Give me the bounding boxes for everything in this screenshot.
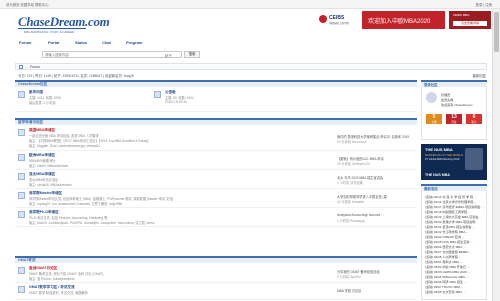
nav-chat[interactable]: Chat (102, 40, 111, 45)
top-links[interactable]: 设为首页 收藏本站 帮助中心 (6, 2, 49, 7)
section-title: ChaseDream社区 (18, 82, 48, 86)
forum-item[interactable]: 商学院Master申请区 商学院Master申请交流, 包括商科硕士 (MiM)… (15, 189, 417, 208)
forum-last-time: 1 小时前 Ruihuayyy (337, 219, 365, 223)
ceibs-mark-icon (319, 15, 327, 23)
page-scrollbar[interactable] (492, 9, 500, 301)
forum-moderators: 版主: sheil0, MBAadventure (29, 164, 69, 168)
forum-last: 最后发表: 2 小时前 (29, 101, 56, 105)
mba-banner-ad[interactable]: 欢迎加入中欧MBA2020 (362, 11, 445, 29)
stat-value: 13 (451, 114, 457, 120)
nus-ranking-source: FT Global MBA Ranking 2019 (425, 158, 460, 161)
search-button[interactable]: 搜索 (184, 51, 200, 58)
forum-last-time: 2 分钟前 ApeDur (337, 275, 361, 279)
section-header-community[interactable]: ChaseDream社区 (15, 80, 417, 87)
forum-stats: 今日: 712 | 昨日: 1148 | 帖子: 13951676 | 会员: … (18, 74, 134, 78)
stat-value: 0 (432, 114, 436, 120)
forum-icon (18, 286, 25, 293)
recent-events-header: 最新活动 (421, 184, 487, 191)
breadcrumb: › Forum (15, 63, 487, 70)
forum-icon (18, 173, 25, 180)
stat-label: 回复 (451, 121, 457, 124)
forum-icon (18, 91, 25, 98)
breadcrumb-separator: › (26, 65, 27, 69)
search-scope-select[interactable]: 帖子 (165, 53, 172, 58)
forum-last-post[interactable]: MBA 学校 讨论区 (337, 288, 415, 293)
stat-label: 积分 (471, 121, 477, 124)
latest-replies-link[interactable]: 最新回复 (472, 73, 486, 78)
forum-icon (18, 211, 25, 218)
forum-last-time: 20 分钟前 leexoonox (337, 140, 367, 144)
stat-value: 0 (472, 114, 476, 120)
forum-item[interactable]: GMAT数学学习区 / 考试交流 GMAT 数学 精选资料, 考试交流, 难题解… (15, 283, 417, 300)
forum-moderators: 版主: clovis08, MBAadventure (29, 183, 72, 187)
recent-events-box: 最新活动 [活动] 02/13 北 哥 大 学 经 管 学 院 ... [活动]… (421, 184, 487, 300)
search-box: 帖子 (42, 51, 182, 58)
mba-banner-text: 欢迎加入中欧MBA2020 (368, 19, 431, 25)
scrollbar-thumb[interactable] (494, 12, 499, 52)
section-header-mba[interactable]: 留学申请讨论区 (15, 118, 417, 125)
forum-item[interactable]: 商学院Ph.D申请区 Ph.D 申请交流, 包括 Finance, Accoun… (15, 208, 417, 227)
main-nav: Forum Portal Status Chat Program (15, 39, 487, 47)
section-title: GMAT考试 (18, 258, 36, 262)
forum-icon (18, 129, 25, 136)
forum-moderators: 版主: ruyang07, brv, annaocomet, Kamalsk, … (29, 202, 123, 206)
recent-events-title: 最新活动 (424, 187, 438, 191)
forum-item[interactable]: 欧洲MBA申请区 MBA/MS/管理/博士 版主: sheil0, MBAadv… (15, 151, 417, 170)
forum-icon (18, 192, 25, 199)
breadcrumb-forum[interactable]: Forum (30, 65, 40, 69)
forum-item[interactable]: 备战GMAT讨论区 GMAT 备考交流, 资料下载 (GMAT 全科 讨论 (G… (15, 264, 417, 283)
nav-forum[interactable]: Forum (19, 40, 31, 45)
section-header-gmat[interactable]: GMAT考试 (15, 256, 417, 263)
logo-underline (18, 28, 86, 29)
user-box-title: 登录社区 (424, 83, 438, 87)
stat-badge-topics[interactable]: 0 主题 (426, 114, 442, 124)
nus-footer: THE NUS MBA (425, 173, 450, 177)
avatar[interactable] (426, 92, 437, 103)
right-banner-ad[interactable]: CEIBS MBA 点击查看详情 (449, 11, 491, 29)
right-banner-button[interactable]: 点击查看详情 (453, 21, 487, 26)
stat-label: 主题 (431, 121, 437, 124)
forum-last-time: 25 分钟前 Jinfeiyeh123 (337, 162, 370, 166)
search-input[interactable] (45, 52, 135, 57)
ceibs-logo-ad[interactable]: CEIBS 中欧国际工商学院 (317, 13, 362, 28)
home-icon[interactable] (19, 65, 23, 69)
stat-badge-replies[interactable]: 13 回复 (446, 114, 462, 124)
ceibs-sub: 中欧国际工商学院 (329, 22, 350, 25)
section-title: 留学申请讨论区 (18, 120, 44, 124)
nus-mba-ad[interactable]: THE NUS MBA RANKED #11 IN THE WORLD FT G… (421, 144, 487, 180)
nav-program[interactable]: Program (126, 40, 142, 45)
forum-icon (154, 91, 161, 98)
nav-portal[interactable]: Portal (48, 40, 59, 45)
nav-status[interactable]: Status (75, 40, 87, 45)
nus-ranking: RANKED #11 IN THE WORLD (425, 153, 463, 157)
forum-last-time: 42 分钟前 Kamalsk (337, 200, 365, 204)
forum-icon (18, 267, 25, 274)
forum-moderators: 版主: kmdvS, Jucbtdonjkuiri, ProfCPA, Jumu… (29, 221, 155, 225)
forum-meta: GMAT 数学 精选资料, 考试交流, 难题解析 (29, 291, 88, 295)
forum-item[interactable]: 新手问答 主题: 1411, 帖数: 6015 最后发表: 2 小时前 (15, 88, 151, 112)
right-banner-title: CEIBS MBA (453, 13, 470, 17)
forum-last: 2019-2-5 19:34 (165, 100, 187, 104)
account-links[interactable]: 登录 | 注册 (476, 2, 492, 7)
user-box: 登录社区 管理员 会员头像 欢迎来到 ChaseDream 0 主题 13 回复… (421, 80, 487, 140)
user-box-header: 登录社区 (421, 80, 487, 87)
forum-item[interactable]: 美国MBA申请区 一起交流全美 MBA 申请经验, 各校 MBA 入学要求 版主… (15, 126, 417, 151)
forum-last-post[interactable]: Analytical Accounting/ Account ... (337, 213, 415, 217)
forum-moderators: 版主: 宝马Zone, Jukdayhxelman (29, 277, 75, 281)
forum-item[interactable]: 公告板 主题: 80, 帖数: 2404 2019-2-5 19:34 (151, 88, 417, 112)
forum-item[interactable]: 亚太MBA申请区 亚太MBA申请交流区 版主: clovis08, MBAadv… (15, 170, 417, 189)
event-item[interactable]: [活动] 03/08 交大安泰 MBA ... (425, 289, 485, 294)
nus-photo (465, 148, 483, 170)
top-bar: 设为首页 收藏本站 帮助中心 登录 | 注册 (0, 0, 500, 9)
forum-last-time: 1 小时前 清华经管 (337, 181, 363, 185)
nus-title: THE NUS MBA (425, 147, 453, 152)
logo-subtitle: MBA ADMISSIONS, STUDY & CAREER (24, 30, 75, 34)
forum-moderators: 版主: Diggale, 3Cat, carmedicinestoryja, c… (29, 144, 100, 148)
forum-icon (18, 154, 25, 161)
user-box-line: 欢迎来到 ChaseDream (441, 103, 473, 107)
stat-badge-points[interactable]: 0 积分 (466, 114, 482, 124)
